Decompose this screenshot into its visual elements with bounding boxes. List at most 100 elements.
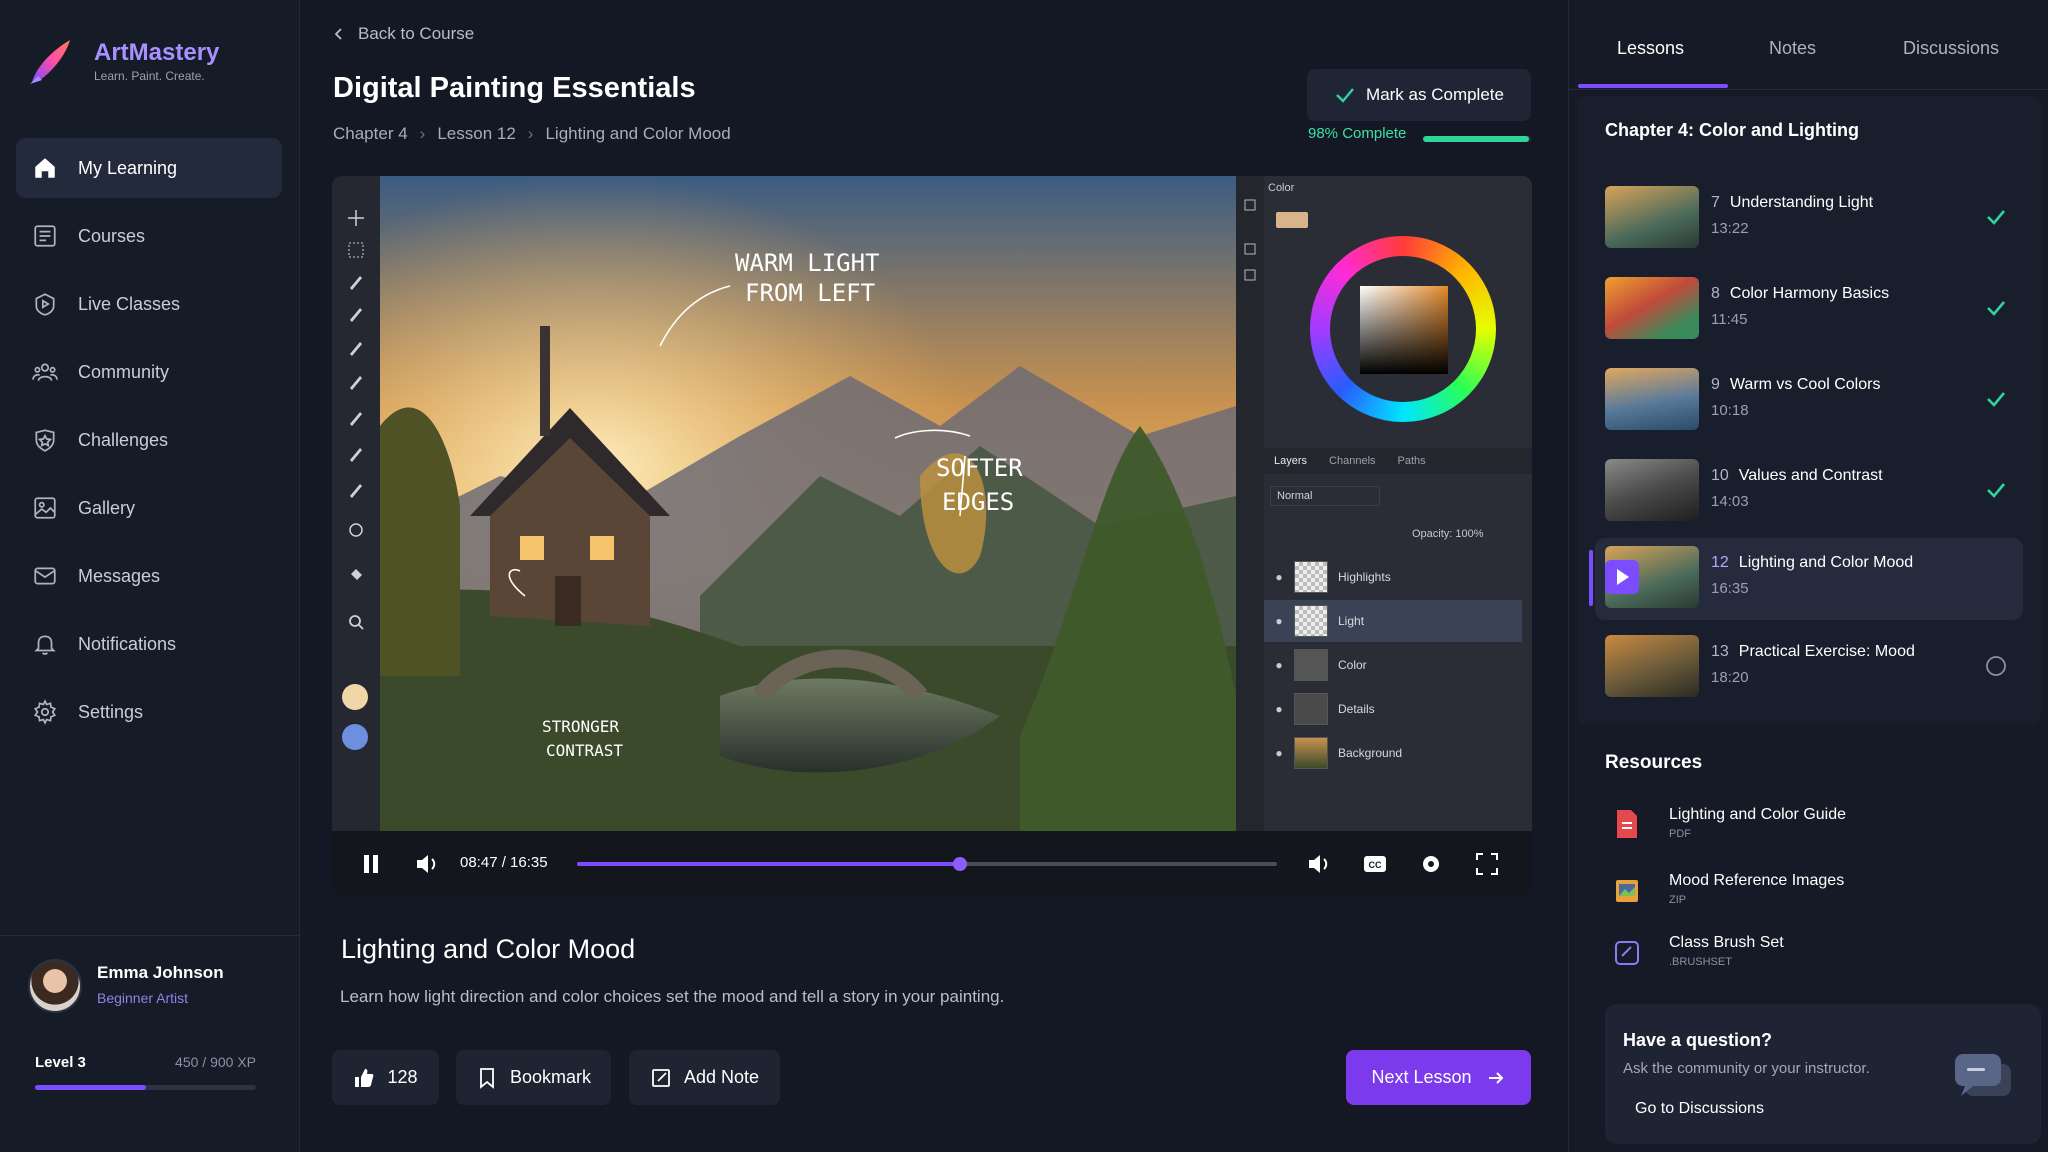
- user-level: Level 3: [35, 1054, 86, 1071]
- layer-thumbnail: [1294, 693, 1328, 725]
- move-tool-icon[interactable]: [346, 208, 366, 228]
- layer-item[interactable]: ● Background: [1264, 732, 1522, 774]
- hand-tool-icon[interactable]: [346, 520, 366, 540]
- current-color-swatch[interactable]: [1276, 212, 1308, 228]
- bucket-tool-icon[interactable]: [346, 566, 366, 586]
- volume-icon[interactable]: [1306, 851, 1332, 877]
- eye-icon[interactable]: ●: [1264, 702, 1294, 716]
- eye-icon[interactable]: ●: [1264, 570, 1294, 584]
- dodge-tool-icon[interactable]: [346, 480, 366, 500]
- foreground-color-swatch[interactable]: [342, 684, 368, 710]
- live-icon: [35, 293, 55, 316]
- bookmark-button[interactable]: Bookmark: [456, 1050, 611, 1105]
- layer-item[interactable]: ● Highlights: [1264, 556, 1522, 598]
- avatar[interactable]: [28, 959, 82, 1013]
- sidebar-item-settings[interactable]: Settings: [16, 682, 282, 742]
- tab-channels[interactable]: Channels: [1329, 455, 1375, 467]
- seek-progress: [577, 862, 960, 866]
- mark-complete-button[interactable]: Mark as Complete: [1307, 69, 1531, 121]
- resource-type: ZIP: [1669, 894, 1687, 906]
- layer-name: Color: [1338, 658, 1367, 672]
- sidebar-item-notifications[interactable]: Notifications: [16, 614, 282, 674]
- smudge-tool-icon[interactable]: [346, 408, 366, 428]
- seek-handle[interactable]: [952, 857, 967, 871]
- layer-item[interactable]: ● Color: [1264, 644, 1522, 686]
- lesson-item[interactable]: 13 Practical Exercise: Mood 18:20: [1595, 627, 2023, 705]
- sidebar-item-messages[interactable]: Messages: [16, 546, 282, 606]
- sidebar-item-challenges[interactable]: Challenges: [16, 410, 282, 470]
- sidebar-item-my-learning[interactable]: My Learning: [16, 138, 282, 198]
- brand-logo[interactable]: ArtMastery Learn. Paint. Create.: [28, 36, 219, 86]
- layer-thumbnail: [1294, 649, 1328, 681]
- sidebar-item-gallery[interactable]: Gallery: [16, 478, 282, 538]
- lesson-number: 10: [1711, 467, 1729, 484]
- lesson-duration: 11:45: [1711, 311, 1748, 328]
- tab-paths[interactable]: Paths: [1398, 455, 1426, 467]
- pen-tool-icon[interactable]: [346, 304, 366, 324]
- panel-tool-icon[interactable]: [1243, 242, 1257, 256]
- lesson-item[interactable]: 7 Understanding Light 13:22: [1595, 178, 2023, 256]
- zoom-tool-icon[interactable]: [346, 612, 366, 632]
- pause-icon[interactable]: [358, 851, 384, 877]
- layer-thumbnail: [1294, 605, 1328, 637]
- back-to-course-link[interactable]: Back to Course: [332, 24, 474, 44]
- captions-icon[interactable]: CC: [1362, 851, 1388, 877]
- panel-tool-icon[interactable]: [1243, 198, 1257, 212]
- tab-layers[interactable]: Layers: [1274, 455, 1307, 467]
- question-title: Have a question?: [1623, 1030, 1773, 1050]
- panel-tool-icon[interactable]: [1243, 268, 1257, 282]
- lesson-item[interactable]: 8 Color Harmony Basics 11:45: [1595, 269, 2023, 347]
- background-color-swatch[interactable]: [342, 724, 368, 750]
- marquee-tool-icon[interactable]: [346, 240, 366, 260]
- lesson-item[interactable]: 9 Warm vs Cool Colors 10:18: [1595, 360, 2023, 438]
- lesson-thumbnail: [1605, 459, 1699, 521]
- add-note-label: Add Note: [683, 1067, 760, 1087]
- add-note-button[interactable]: Add Note: [629, 1050, 780, 1105]
- sidebar-item-courses[interactable]: Courses: [16, 206, 282, 266]
- pencil-tool-icon[interactable]: [346, 338, 366, 358]
- video-seek-bar[interactable]: [577, 857, 1277, 871]
- tab-discussions[interactable]: Discussions: [1903, 38, 1999, 59]
- blur-tool-icon[interactable]: [346, 444, 366, 464]
- eye-icon[interactable]: ●: [1264, 658, 1294, 672]
- tab-notes[interactable]: Notes: [1769, 38, 1816, 59]
- lesson-item[interactable]: 10 Values and Contrast 14:03: [1595, 451, 2023, 529]
- go-to-discussions-link[interactable]: Go to Discussions: [1635, 1100, 1764, 1118]
- tab-lessons[interactable]: Lessons: [1617, 38, 1684, 59]
- lesson-item-current[interactable]: 12 Lighting and Color Mood 16:35: [1589, 538, 2023, 620]
- eye-icon[interactable]: ●: [1264, 614, 1294, 628]
- breadcrumb-chapter[interactable]: Chapter 4: [333, 124, 408, 144]
- blend-mode-select[interactable]: Normal: [1270, 486, 1380, 506]
- brush-tool-icon[interactable]: [346, 272, 366, 292]
- volume-icon[interactable]: [414, 851, 440, 877]
- opacity-field[interactable]: Opacity: 100%: [1412, 528, 1484, 540]
- color-wheel[interactable]: [1310, 236, 1496, 422]
- next-lesson-button[interactable]: Next Lesson: [1346, 1050, 1531, 1105]
- sidebar-item-label: Community: [78, 361, 170, 382]
- landscape-painting: WARM LIGHT FROM LEFT SOFTER EDGES STRONG…: [380, 176, 1236, 831]
- lesson-item-title: 8 Color Harmony Basics: [1711, 285, 1889, 303]
- breadcrumb-lesson[interactable]: Lesson 12: [437, 124, 515, 144]
- question-card: Have a question? Ask the community or yo…: [1605, 1004, 2041, 1144]
- video-controls: 08:47 / 16:35 CC: [332, 831, 1532, 896]
- sidebar-item-community[interactable]: Community: [16, 342, 282, 402]
- eraser-tool-icon[interactable]: [346, 372, 366, 392]
- sidebar-item-live-classes[interactable]: Live Classes: [16, 274, 282, 334]
- layer-item[interactable]: ● Light: [1264, 600, 1522, 642]
- eye-icon[interactable]: ●: [1264, 746, 1294, 760]
- settings-gear-icon[interactable]: [1418, 851, 1444, 877]
- resource-name: Mood Reference Images: [1669, 872, 1845, 889]
- color-picker-square[interactable]: [1360, 286, 1448, 374]
- layer-item[interactable]: ● Details: [1264, 688, 1522, 730]
- like-button[interactable]: 128: [332, 1050, 439, 1105]
- lesson-number: 13: [1711, 643, 1729, 660]
- sidebar-item-label: Messages: [78, 565, 161, 586]
- sidebar-item-label: Settings: [78, 701, 144, 722]
- video-player[interactable]: WARM LIGHT FROM LEFT SOFTER EDGES STRONG…: [332, 176, 1532, 896]
- fullscreen-icon[interactable]: [1474, 851, 1500, 877]
- resource-type: PDF: [1669, 828, 1691, 840]
- user-profile[interactable]: Emma Johnson Beginner Artist Level 3 450…: [0, 935, 300, 1152]
- lesson-thumbnail: [1605, 546, 1699, 608]
- course-progress-label: 98% Complete: [1308, 125, 1407, 142]
- layer-name: Background: [1338, 746, 1403, 760]
